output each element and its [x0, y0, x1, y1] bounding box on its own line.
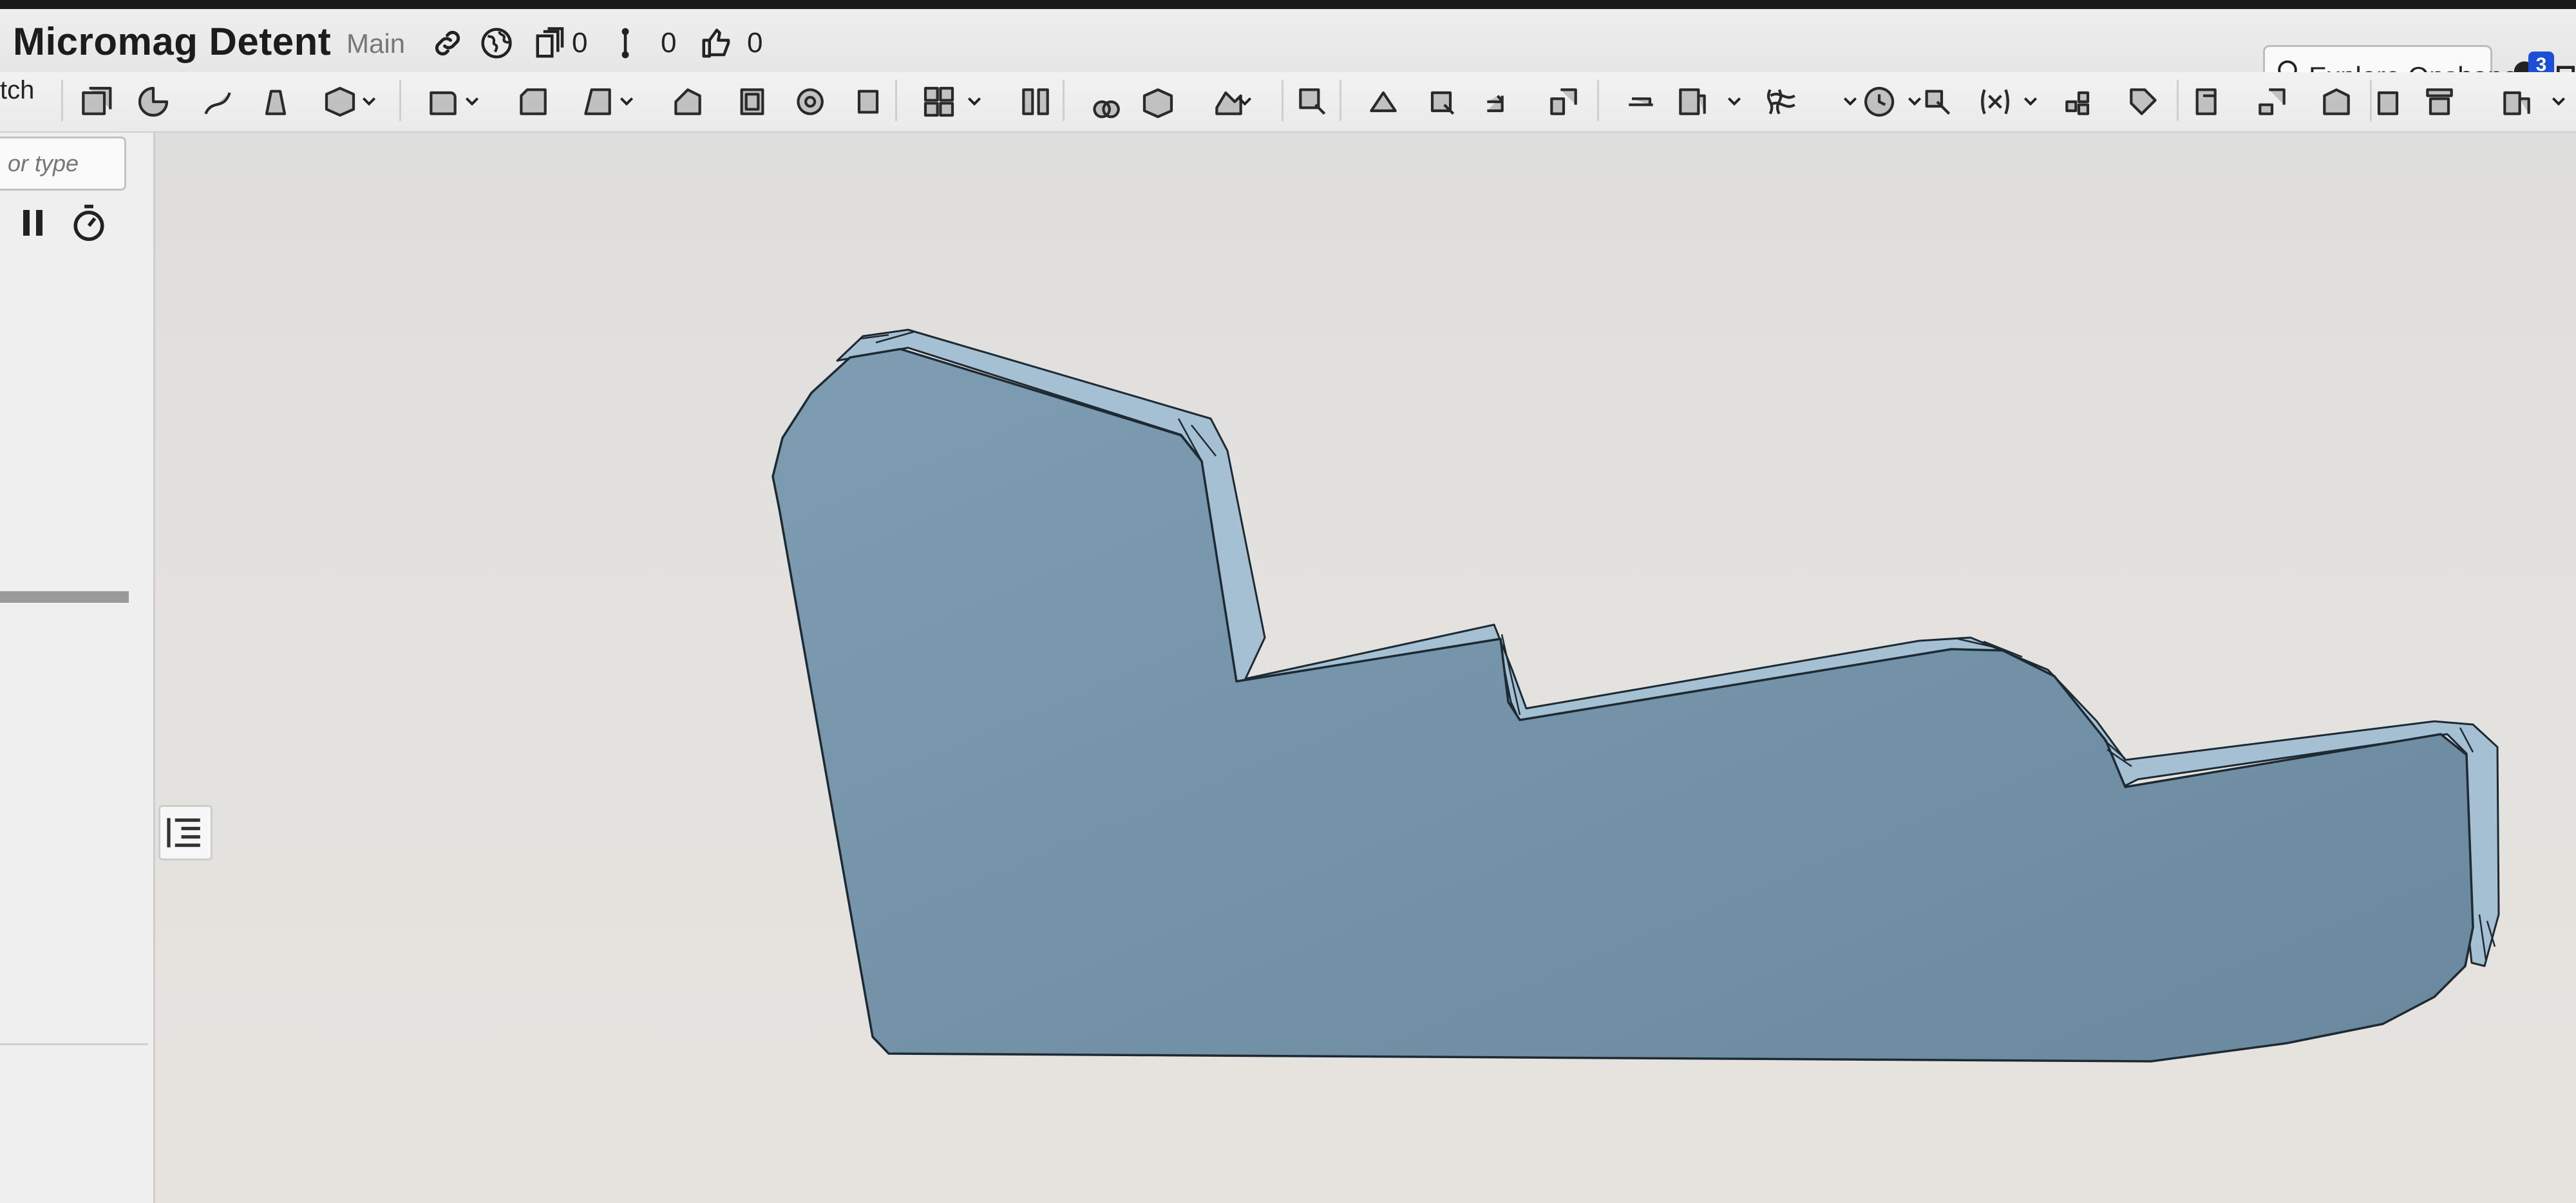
thicken-icon[interactable]	[322, 84, 358, 120]
chevron-down-icon[interactable]	[966, 93, 983, 109]
sheet-metal-icon[interactable]	[2190, 84, 2226, 120]
chevron-down-icon[interactable]	[1236, 93, 1253, 109]
boolean-icon[interactable]	[1088, 84, 1124, 120]
document-title-bar: Micromag Detent Main 0 0 0	[0, 9, 2576, 72]
curves-icon[interactable]	[1765, 84, 1801, 120]
revolve-icon[interactable]	[135, 84, 171, 120]
globe-icon[interactable]	[479, 26, 514, 61]
tag-icon[interactable]	[2125, 84, 2161, 120]
offset-surface-icon[interactable]	[1623, 84, 1659, 120]
sheet-metal-remove-icon[interactable]	[2254, 84, 2290, 120]
rib-icon[interactable]	[670, 84, 706, 120]
screen-bezel	[0, 0, 2576, 9]
chevron-down-icon[interactable]	[1726, 93, 1743, 109]
extrude-icon[interactable]	[77, 84, 113, 120]
mate-connector-icon[interactable]	[1919, 84, 1955, 120]
graphics-viewport[interactable]	[0, 0, 2576, 1203]
chevron-down-icon[interactable]	[361, 93, 377, 109]
branch-name[interactable]: Main	[346, 28, 405, 59]
variable-studio-icon[interactable]	[2061, 84, 2097, 120]
chamfer-icon[interactable]	[515, 84, 551, 120]
feature-list-panel	[0, 133, 155, 1203]
stopwatch-icon[interactable]	[71, 204, 107, 242]
move-face-icon[interactable]	[1481, 84, 1517, 120]
versions-count: 0	[572, 27, 588, 59]
toolbar-separator	[2370, 80, 2372, 121]
split-icon[interactable]	[1140, 84, 1176, 120]
tab-icon[interactable]	[2370, 84, 2406, 120]
cylinder-icon[interactable]	[850, 84, 886, 120]
likes-count: 0	[747, 27, 763, 59]
link-icon[interactable]	[430, 26, 465, 61]
shell-icon[interactable]	[734, 84, 770, 120]
hole-icon[interactable]	[792, 84, 828, 120]
toolbar-separator	[61, 80, 63, 121]
chevron-down-icon[interactable]	[1842, 93, 1859, 109]
mirror-icon[interactable]	[1018, 84, 1054, 120]
sweep-icon[interactable]	[200, 84, 236, 120]
pause-icon[interactable]	[19, 207, 48, 238]
chevron-down-icon[interactable]	[464, 93, 480, 109]
chevron-down-icon[interactable]	[618, 93, 635, 109]
delete-part-icon[interactable]	[1294, 84, 1331, 120]
toolbar-separator	[2177, 80, 2179, 121]
measure-icon[interactable]	[1861, 84, 1897, 120]
fillet-icon[interactable]	[425, 84, 461, 120]
chevron-down-icon[interactable]	[2550, 93, 2567, 109]
toolbar-separator	[1340, 80, 1341, 121]
finish-icon[interactable]	[2499, 84, 2535, 120]
sketch-button-label[interactable]: tch	[0, 76, 34, 105]
document-title[interactable]: Micromag Detent	[13, 19, 331, 64]
chevron-down-icon[interactable]	[2022, 93, 2039, 109]
toolbar-separator	[399, 80, 401, 121]
plane-icon[interactable]	[1674, 84, 1710, 120]
detent-part-body[interactable]	[772, 328, 2500, 1063]
branches-icon[interactable]	[616, 26, 635, 61]
rollback-bar[interactable]	[0, 591, 129, 603]
chevron-down-icon[interactable]	[1906, 93, 1923, 109]
modify-fillet-icon[interactable]	[1365, 84, 1401, 120]
pattern-icon[interactable]	[921, 84, 957, 120]
replace-face-icon[interactable]	[1546, 84, 1582, 120]
loft-icon[interactable]	[258, 84, 294, 120]
form-icon[interactable]	[2421, 84, 2458, 120]
toolbar-separator	[1282, 80, 1283, 121]
part-front-face	[772, 348, 2474, 1063]
delete-face-icon[interactable]	[1423, 84, 1459, 120]
feature-filter-input[interactable]	[0, 137, 126, 191]
toolbar-separator	[895, 80, 897, 121]
versions-icon[interactable]	[533, 26, 568, 61]
variable-icon[interactable]	[1977, 84, 2013, 120]
panel-divider	[0, 1043, 148, 1045]
branches-count: 0	[661, 27, 677, 59]
draft-icon[interactable]	[580, 84, 616, 120]
feature-list-toggle-button[interactable]	[158, 805, 213, 860]
flange-icon[interactable]	[2318, 84, 2354, 120]
thumbs-up-icon[interactable]	[699, 26, 734, 61]
toolbar-separator	[1063, 80, 1065, 121]
feature-list-icon	[167, 818, 200, 848]
toolbar-separator	[1597, 80, 1599, 121]
